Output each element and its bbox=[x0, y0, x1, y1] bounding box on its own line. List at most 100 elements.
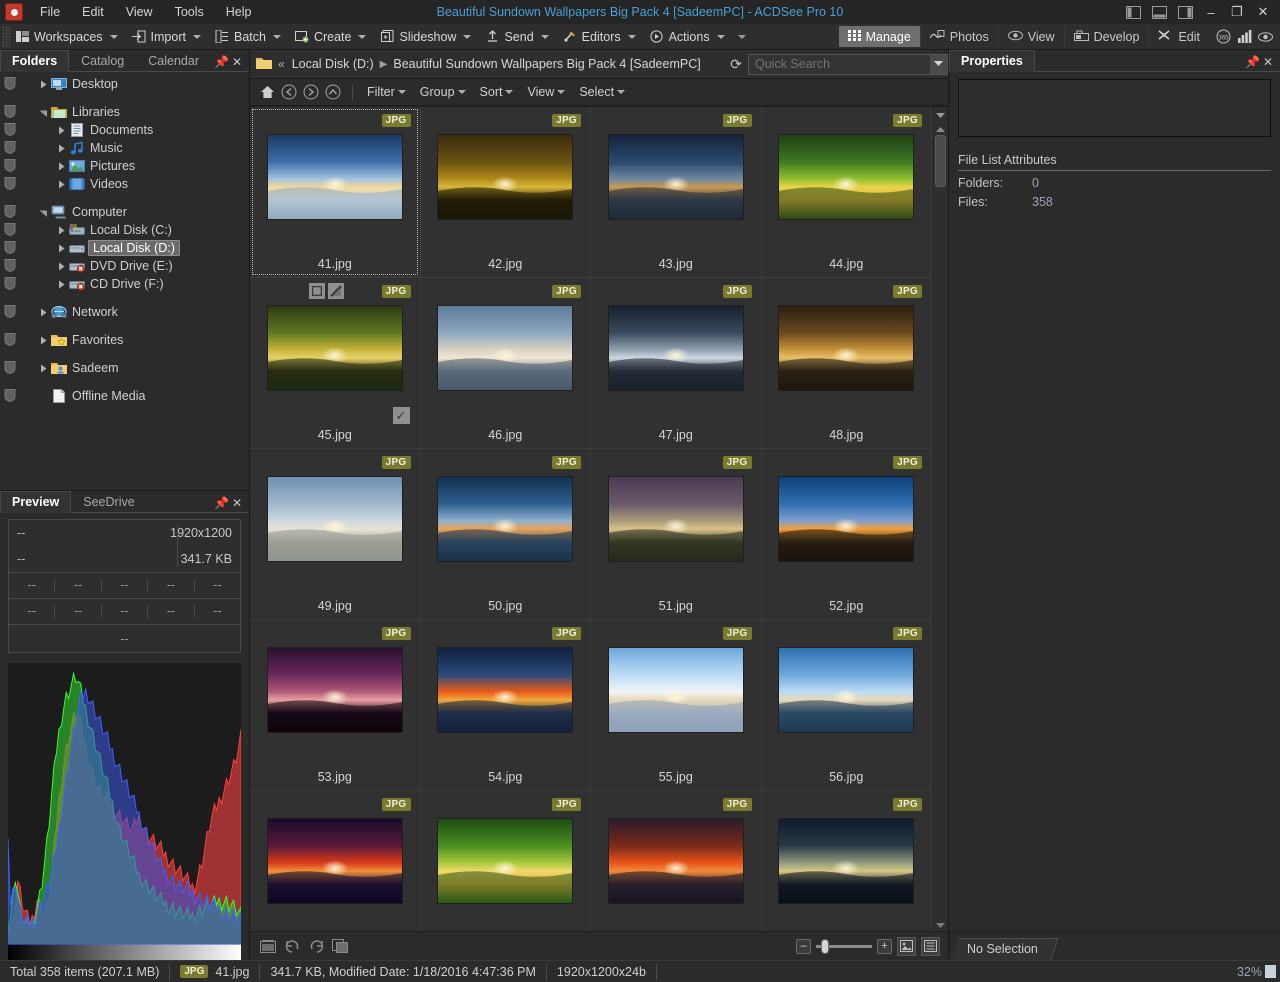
expander-icon[interactable] bbox=[54, 280, 68, 289]
layout-right-panel-icon[interactable] bbox=[1174, 3, 1196, 21]
thumbnail-image[interactable] bbox=[267, 477, 402, 561]
sort-menu[interactable]: Sort bbox=[474, 82, 522, 102]
tree-item-desktop[interactable]: Desktop bbox=[0, 75, 249, 93]
tab-calendar[interactable]: Calendar bbox=[136, 50, 211, 71]
folder-tree[interactable]: Desktop Libraries Documents Music Pictures Vi… bbox=[0, 72, 249, 490]
tab-seedrive[interactable]: SeeDrive bbox=[71, 491, 146, 512]
thumbnail-image[interactable] bbox=[779, 306, 914, 390]
chevron-down-icon[interactable] bbox=[540, 34, 549, 39]
thumbnail-view-icon[interactable] bbox=[897, 936, 916, 956]
thumbnail-image[interactable] bbox=[267, 306, 402, 390]
thumbnail-cell[interactable]: JPG 47.jpg bbox=[591, 278, 762, 449]
up-icon[interactable] bbox=[322, 81, 344, 103]
thumbnail-image[interactable] bbox=[267, 135, 402, 219]
breadcrumb-segment-drive[interactable]: Local Disk (D:) bbox=[292, 57, 374, 71]
mode-tab-develop[interactable]: Develop bbox=[1063, 26, 1149, 47]
expander-icon[interactable] bbox=[54, 126, 68, 135]
tree-item-network[interactable]: Network bbox=[0, 303, 249, 321]
group-menu[interactable]: Group bbox=[414, 82, 474, 102]
thumbnail-grid[interactable]: JPG 41.jpg JPG 42.jpg JPG 43.jpg JPG 44.jpg JPG ✓… bbox=[250, 107, 932, 931]
menu-item-edit[interactable]: Edit bbox=[71, 2, 115, 22]
tab-properties[interactable]: Properties bbox=[949, 50, 1035, 72]
thumbnail-image[interactable] bbox=[438, 477, 573, 561]
expander-icon[interactable] bbox=[36, 336, 50, 345]
thumbnail-image[interactable] bbox=[438, 648, 573, 732]
expander-icon[interactable] bbox=[54, 162, 68, 171]
thumbnail-image[interactable] bbox=[779, 135, 914, 219]
thumbnail-cell[interactable]: JPG 55.jpg bbox=[591, 620, 762, 791]
close-icon[interactable]: ✕ bbox=[1261, 55, 1275, 69]
thumbnail-image[interactable] bbox=[779, 819, 914, 903]
thumbnail-image[interactable] bbox=[608, 135, 743, 219]
thumbnail-image[interactable] bbox=[267, 648, 402, 732]
toolbar-workspaces-button[interactable]: Workspaces bbox=[11, 26, 128, 48]
thumbnail-cell[interactable]: JPG bbox=[421, 791, 591, 931]
tree-item-local-disk-d[interactable]: Local Disk (D:) bbox=[0, 239, 249, 257]
thumbnail-image[interactable] bbox=[608, 819, 743, 903]
thumbnail-cell[interactable]: JPG 56.jpg bbox=[761, 620, 932, 791]
select-square-icon[interactable] bbox=[308, 283, 325, 299]
toolbar-actions-button[interactable]: Actions bbox=[646, 26, 753, 48]
expander-icon[interactable] bbox=[36, 80, 50, 89]
search-input[interactable] bbox=[749, 57, 930, 71]
tree-item-local-disk-c[interactable]: Local Disk (C:) bbox=[0, 221, 249, 239]
forward-icon[interactable] bbox=[300, 81, 322, 103]
thumbnail-image[interactable] bbox=[779, 477, 914, 561]
thumbnail-image[interactable] bbox=[267, 819, 402, 903]
thumbnail-image[interactable] bbox=[608, 477, 743, 561]
thumbnail-cell[interactable]: JPG bbox=[250, 791, 421, 931]
select-menu[interactable]: Select bbox=[573, 82, 633, 102]
expander-icon[interactable] bbox=[54, 144, 68, 153]
close-button[interactable]: ✕ bbox=[1250, 1, 1276, 23]
expander-icon[interactable] bbox=[54, 180, 68, 189]
chevron-down-icon[interactable] bbox=[109, 34, 118, 39]
zoom-slider-knob[interactable] bbox=[821, 938, 829, 954]
back-icon[interactable] bbox=[278, 81, 300, 103]
tree-item-music[interactable]: Music bbox=[0, 139, 249, 157]
thumbnail-cell[interactable]: JPG 54.jpg bbox=[420, 620, 591, 791]
rotate-diagonal-icon[interactable] bbox=[327, 283, 344, 299]
tree-item-sadeem[interactable]: Sadeem bbox=[0, 359, 249, 377]
tree-item-computer[interactable]: Computer bbox=[0, 203, 249, 221]
thumbnail-cell[interactable]: JPG ✓ 45.jpg bbox=[250, 278, 421, 449]
thumbnail-cell[interactable]: JPG 53.jpg bbox=[250, 620, 421, 791]
thumbnail-cell[interactable]: JPG 52.jpg bbox=[761, 449, 932, 620]
pin-icon[interactable]: 📌 bbox=[1245, 55, 1260, 69]
eye-icon[interactable] bbox=[1257, 28, 1274, 45]
tree-item-documents[interactable]: Documents bbox=[0, 121, 249, 139]
breadcrumb-segment-folder[interactable]: Beautiful Sundown Wallpapers Big Pack 4 … bbox=[393, 57, 700, 71]
close-icon[interactable]: ✕ bbox=[230, 496, 244, 510]
tree-item-videos[interactable]: Videos bbox=[0, 175, 249, 193]
scrollbar-thumb[interactable] bbox=[935, 135, 946, 187]
pin-icon[interactable]: 📌 bbox=[214, 55, 229, 69]
scroll-down-button[interactable] bbox=[933, 923, 948, 929]
thumbnail-image[interactable] bbox=[608, 306, 743, 390]
toolbar-import-button[interactable]: Import bbox=[128, 26, 211, 48]
menu-item-help[interactable]: Help bbox=[215, 2, 263, 22]
thumbnail-cell[interactable]: JPG 50.jpg bbox=[420, 449, 591, 620]
thumbnail-cell[interactable]: JPG 46.jpg bbox=[420, 278, 591, 449]
toolbar-batch-button[interactable]: Batch bbox=[211, 26, 291, 48]
thumbnail-image[interactable] bbox=[438, 306, 573, 390]
pin-icon[interactable]: 📌 bbox=[214, 496, 229, 510]
mode-tab-manage[interactable]: Manage bbox=[838, 26, 920, 47]
thumbnail-cell[interactable]: JPG 41.jpg bbox=[250, 107, 421, 278]
layout-bottom-panel-icon[interactable] bbox=[1148, 3, 1170, 21]
menu-item-view[interactable]: View bbox=[115, 2, 164, 22]
view-menu[interactable]: View bbox=[521, 82, 573, 102]
tab-preview[interactable]: Preview bbox=[0, 491, 72, 513]
thumbnail-checkbox[interactable]: ✓ bbox=[392, 407, 410, 424]
thumbnail-cell[interactable]: JPG 43.jpg bbox=[591, 107, 762, 278]
thumbnail-cell[interactable]: JPG 48.jpg bbox=[761, 278, 932, 449]
tree-item-offline-media[interactable]: Offline Media bbox=[0, 387, 249, 405]
chevron-down-icon[interactable] bbox=[716, 34, 725, 39]
tree-item-dvd-drive-e[interactable]: DVD Drive (E:) bbox=[0, 257, 249, 275]
thumbnail-cell[interactable]: JPG 42.jpg bbox=[420, 107, 591, 278]
zoom-slider[interactable] bbox=[816, 938, 872, 954]
rotate-left-icon[interactable] bbox=[282, 936, 302, 956]
filmstrip-icon[interactable] bbox=[258, 936, 278, 956]
thumbnail-hover-tools[interactable] bbox=[308, 283, 344, 299]
thumbnail-cell[interactable]: JPG bbox=[591, 791, 762, 931]
expander-icon[interactable] bbox=[54, 244, 68, 253]
tree-item-pictures[interactable]: Pictures bbox=[0, 157, 249, 175]
